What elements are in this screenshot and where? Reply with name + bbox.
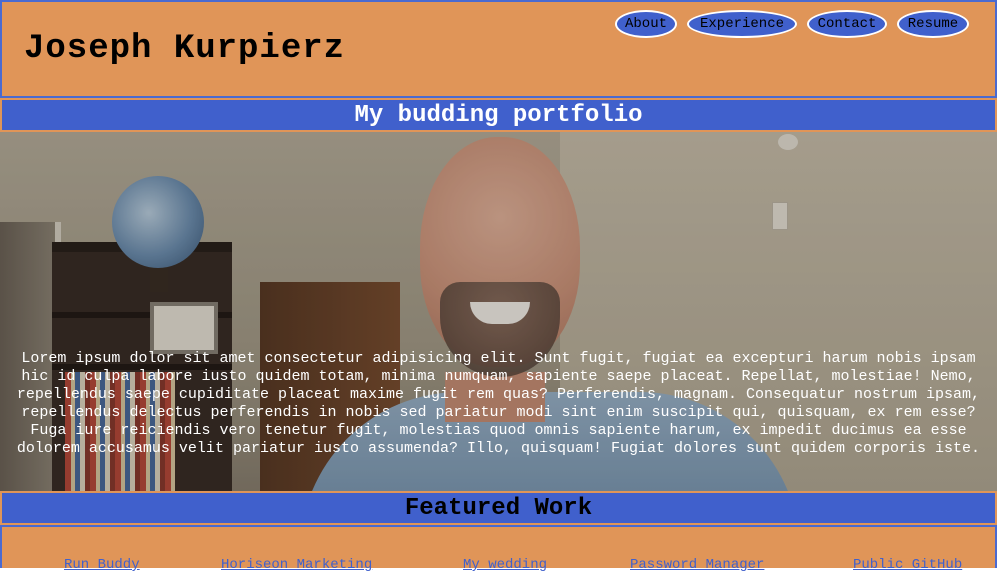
featured-link-run-buddy[interactable]: Run Buddy	[64, 557, 140, 573]
site-header: Joseph Kurpierz About Experience Contact…	[0, 0, 997, 98]
featured-link-horiseon-marketing[interactable]: Horiseon Marketing	[221, 557, 372, 573]
featured-link-my-wedding[interactable]: My wedding	[463, 557, 547, 573]
main-nav: About Experience Contact Resume	[615, 10, 969, 38]
hero-section: Lorem ipsum dolor sit amet consectetur a…	[0, 132, 997, 491]
nav-experience-button[interactable]: Experience	[687, 10, 797, 38]
site-title: Joseph Kurpierz	[24, 30, 346, 68]
nav-contact-button[interactable]: Contact	[807, 10, 887, 38]
hero-intro-text: Lorem ipsum dolor sit amet consectetur a…	[16, 350, 981, 457]
nav-about-button[interactable]: About	[615, 10, 677, 38]
featured-link-public-github[interactable]: Public GitHub	[853, 557, 962, 573]
nav-resume-button[interactable]: Resume	[897, 10, 969, 38]
featured-work-heading: Featured Work	[0, 491, 997, 525]
featured-work-list: Run Buddy Horiseon Marketing My wedding …	[0, 525, 997, 573]
tagline-banner: My budding portfolio	[0, 98, 997, 132]
featured-link-password-manager[interactable]: Password Manager	[630, 557, 764, 573]
